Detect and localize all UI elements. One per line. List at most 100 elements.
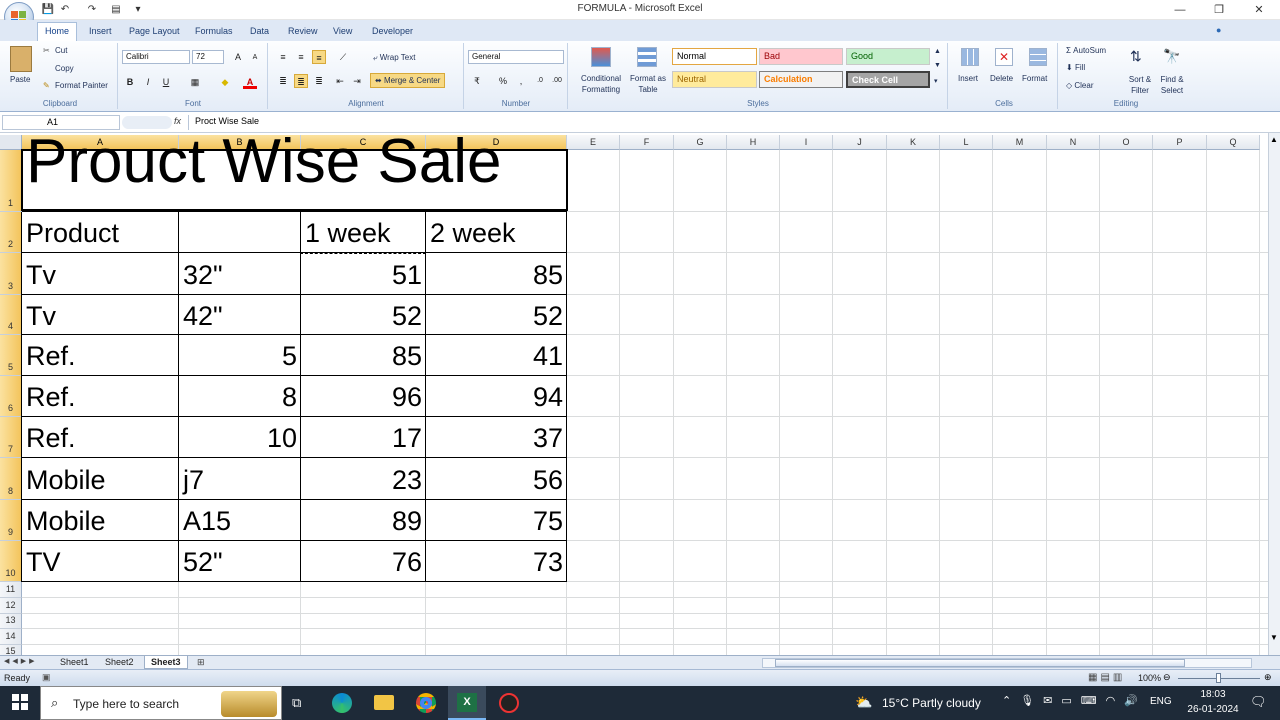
row-header-5[interactable]: 5 <box>0 335 22 376</box>
redo-icon[interactable]: ↷ <box>85 3 99 17</box>
style-bad[interactable]: Bad <box>759 48 843 65</box>
bold-button[interactable]: B <box>123 75 137 89</box>
find-select-button[interactable]: Find & Select <box>1157 74 1187 96</box>
conditional-formatting-button[interactable]: Conditional Formatting <box>577 73 625 95</box>
tab-formulas[interactable]: Formulas <box>195 26 233 36</box>
format-table-icon[interactable] <box>637 47 657 67</box>
table-cell[interactable]: TV <box>22 541 179 582</box>
percent-button[interactable]: % <box>496 74 510 88</box>
format-table-button[interactable]: Format as Table <box>626 73 670 95</box>
table-cell[interactable]: 96 <box>301 376 426 417</box>
italic-button[interactable]: I <box>141 75 155 89</box>
font-color-icon[interactable]: A <box>243 75 257 89</box>
conditional-formatting-icon[interactable] <box>591 47 611 67</box>
style-normal[interactable]: Normal <box>672 48 757 65</box>
row-header-13[interactable]: 13 <box>0 614 22 629</box>
zoom-level[interactable]: 100% <box>1138 673 1161 683</box>
column-header-i[interactable]: I <box>780 135 833 150</box>
decrease-indent-icon[interactable]: ⇤ <box>333 74 347 88</box>
format-cells-button[interactable]: Format <box>1022 74 1047 83</box>
table-cell[interactable]: 85 <box>426 253 567 295</box>
table-cell[interactable]: j7 <box>179 458 301 500</box>
fill-color-icon[interactable]: ◆ <box>218 75 232 89</box>
help-icon[interactable]: ● <box>1216 25 1221 35</box>
row-header-6[interactable]: 6 <box>0 376 22 417</box>
styles-scroll-down-icon[interactable]: ▼ <box>934 62 941 69</box>
column-header-k[interactable]: K <box>887 135 940 150</box>
decrease-decimal-icon[interactable]: .00 <box>550 74 564 88</box>
column-header-o[interactable]: O <box>1100 135 1153 150</box>
excel-taskbar-button[interactable]: X <box>448 686 486 720</box>
sheet-tab-2[interactable]: Sheet2 <box>99 656 140 669</box>
delete-cells-button[interactable]: Delete <box>990 74 1013 83</box>
copy-button[interactable]: Copy <box>55 64 74 73</box>
font-size-box[interactable]: 72 <box>192 50 224 64</box>
cut-button[interactable]: Cut <box>55 46 67 55</box>
table-cell[interactable]: Mobile <box>22 500 179 541</box>
tab-insert[interactable]: Insert <box>89 26 112 36</box>
style-neutral[interactable]: Neutral <box>672 71 757 88</box>
currency-icon[interactable]: ₹ <box>470 74 484 88</box>
align-middle-icon[interactable]: ≡ <box>294 50 308 64</box>
save-icon[interactable]: 💾 <box>41 3 55 17</box>
table-cell[interactable]: 10 <box>179 417 301 458</box>
table-cell[interactable]: 94 <box>426 376 567 417</box>
shrink-font-button[interactable]: A <box>248 51 262 65</box>
column-header-g[interactable]: G <box>674 135 727 150</box>
tab-home[interactable]: Home <box>37 22 77 41</box>
weather-icon[interactable]: ⛅ <box>855 694 872 711</box>
merge-center-button[interactable]: ⬌ Merge & Center <box>370 73 446 88</box>
table-cell[interactable]: Product <box>22 212 179 253</box>
sheet-tab-3[interactable]: Sheet3 <box>144 656 188 669</box>
windows-start-icon[interactable] <box>12 694 28 710</box>
row-header-3[interactable]: 3 <box>0 253 22 295</box>
column-header-h[interactable]: H <box>727 135 780 150</box>
table-cell[interactable]: 73 <box>426 541 567 582</box>
row-header-1[interactable]: 1 <box>0 150 22 212</box>
table-cell[interactable]: Ref. <box>22 376 179 417</box>
paste-button[interactable]: Paste <box>10 75 30 84</box>
comma-button[interactable]: , <box>514 74 528 88</box>
row-header-14[interactable]: 14 <box>0 629 22 645</box>
insert-sheet-icon[interactable]: ⊞ <box>197 657 205 668</box>
horizontal-scroll-thumb[interactable] <box>775 659 1185 667</box>
horizontal-scrollbar[interactable] <box>762 658 1252 668</box>
wrap-text-button[interactable]: ⤶ Wrap Text <box>373 53 415 63</box>
tab-review[interactable]: Review <box>288 26 318 36</box>
system-tray-icons[interactable]: ⌃🎙✉▭⌨◠🔊 <box>1002 694 1147 707</box>
table-cell[interactable]: 23 <box>301 458 426 500</box>
orientation-icon[interactable]: ⟋ <box>336 50 350 64</box>
table-cell[interactable]: Tv <box>22 295 179 335</box>
table-cell[interactable]: 17 <box>301 417 426 458</box>
sort-filter-icon[interactable]: ⇅ <box>1130 48 1142 65</box>
clock-date[interactable]: 26-01-2024 <box>1180 704 1246 715</box>
fx-icon[interactable]: fx <box>174 116 181 126</box>
align-right-icon[interactable]: ≣ <box>312 74 326 88</box>
table-cell[interactable]: 2 week <box>426 212 567 253</box>
underline-button[interactable]: U <box>159 75 173 89</box>
sheet-nav-arrows-icon[interactable]: ◀◀▶▶ <box>4 657 38 665</box>
tab-data[interactable]: Data <box>250 26 269 36</box>
align-left-icon[interactable]: ≣ <box>276 74 290 88</box>
autosum-button[interactable]: Σ AutoSum <box>1066 46 1106 55</box>
insert-cells-button[interactable]: Insert <box>958 74 978 83</box>
column-header-n[interactable]: N <box>1047 135 1100 150</box>
row-header-7[interactable]: 7 <box>0 417 22 458</box>
zoom-in-icon[interactable]: ⊕ <box>1264 672 1272 683</box>
increase-indent-icon[interactable]: ⇥ <box>350 74 364 88</box>
formula-input[interactable]: Proct Wise Sale <box>188 115 1266 130</box>
table-cell[interactable]: 89 <box>301 500 426 541</box>
delete-cells-icon[interactable]: ✕ <box>995 48 1013 66</box>
table-cell[interactable]: 5 <box>179 335 301 376</box>
clear-button[interactable]: ◇ Clear <box>1066 81 1094 90</box>
select-all-corner[interactable] <box>0 135 22 150</box>
taskbar-search-box[interactable]: ⌕ Type here to search <box>40 686 282 720</box>
align-bottom-icon[interactable]: ≡ <box>312 50 326 64</box>
row-header-10[interactable]: 10 <box>0 541 22 582</box>
table-cell[interactable]: 52" <box>179 541 301 582</box>
chrome-icon[interactable] <box>416 693 436 713</box>
sort-filter-button[interactable]: Sort & Filter <box>1125 74 1155 96</box>
align-top-icon[interactable]: ≡ <box>276 50 290 64</box>
table-cell[interactable]: 37 <box>426 417 567 458</box>
scroll-down-icon[interactable]: ▼ <box>1270 633 1278 642</box>
